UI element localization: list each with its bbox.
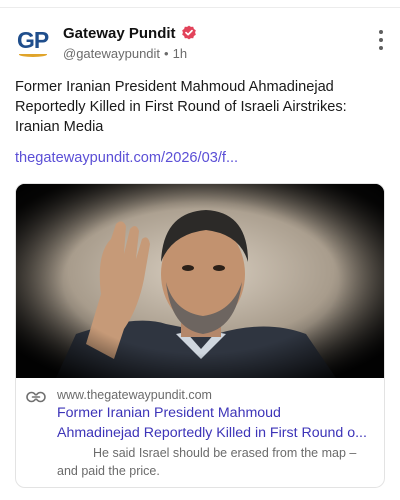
card-description-line1: He said Israel should be erased from the… (93, 446, 357, 460)
avatar-swoosh (19, 52, 47, 57)
avatar[interactable]: GP (16, 24, 52, 60)
name-row: Gateway Pundit (63, 22, 197, 44)
post-header: GP Gateway Pundit @gatewaypundit • 1h (16, 22, 386, 66)
post-text: Former Iranian President Mahmoud Ahmadin… (15, 79, 347, 135)
card-title-line2: Ahmadinejad Reportedly Killed in First R… (57, 425, 367, 441)
link-icon (26, 391, 46, 403)
post-timestamp[interactable]: 1h (173, 46, 187, 61)
card-title-line1: Former Iranian President Mahmoud (57, 405, 281, 421)
avatar-logo-text: GP (17, 27, 49, 53)
card-description: He said Israel should be erased from the… (57, 444, 379, 480)
verified-badge-icon (181, 25, 196, 40)
top-divider (0, 7, 400, 8)
link-preview-card[interactable]: www.thegatewaypundit.com Former Iranian … (15, 183, 385, 488)
card-description-line2: and paid the price. (57, 464, 160, 478)
more-options-icon[interactable] (376, 30, 386, 50)
separator-dot: • (164, 45, 169, 61)
card-image[interactable] (16, 184, 384, 378)
post-link[interactable]: thegatewaypundit.com/2026/03/f... (15, 150, 238, 166)
account-name[interactable]: Gateway Pundit (63, 25, 176, 42)
card-title[interactable]: Former Iranian President Mahmoud Ahmadin… (57, 403, 379, 443)
card-photo-illustration (16, 184, 384, 378)
handle-row: @gatewaypundit • 1h (63, 44, 187, 62)
account-handle[interactable]: @gatewaypundit (63, 46, 160, 61)
card-domain: www.thegatewaypundit.com (57, 388, 212, 402)
